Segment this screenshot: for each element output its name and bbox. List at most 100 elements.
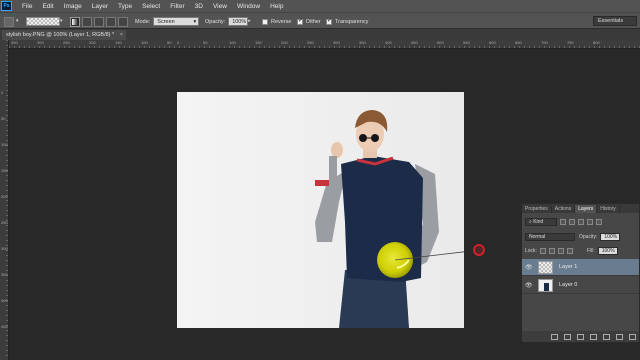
gradient-endpoint-marker[interactable] <box>473 244 485 256</box>
menu-type[interactable]: Type <box>113 3 137 10</box>
canvas-photo <box>177 92 464 328</box>
dither-checkbox[interactable] <box>297 17 303 25</box>
dither-label: Dither <box>306 18 321 25</box>
ruler-tick-label: 0 <box>177 40 180 45</box>
menu-layer[interactable]: Layer <box>87 3 113 10</box>
layer-filter-select[interactable]: ⌕ Kind <box>525 217 557 226</box>
layer-style-icon[interactable] <box>564 333 571 340</box>
lock-pixels-icon[interactable] <box>548 247 555 254</box>
filter-adjustment-icon[interactable] <box>569 218 575 225</box>
tab-actions[interactable]: Actions <box>552 205 576 213</box>
tool-preset-picker[interactable]: ▾ <box>4 16 22 27</box>
ruler-tick-label: 200 <box>1 194 8 199</box>
menu-view[interactable]: View <box>208 3 232 10</box>
document-tab[interactable]: stylish boy.PNG @ 100% (Layer 1, RGB/8) … <box>2 30 126 40</box>
ruler-tick-label: 250 <box>63 40 70 45</box>
ruler-tick-label: 200 <box>89 40 96 45</box>
transparency-checkbox[interactable] <box>326 17 332 25</box>
lock-all-icon[interactable] <box>566 247 573 254</box>
tab-properties[interactable]: Properties <box>522 205 552 213</box>
lock-transparency-icon[interactable] <box>539 247 546 254</box>
filter-kind-value: Kind <box>533 218 544 225</box>
menu-3d[interactable]: 3D <box>190 3 208 10</box>
chevron-down-icon: ▾ <box>16 18 19 24</box>
chevron-right-icon[interactable]: ▸ <box>248 17 254 26</box>
ruler-tick-label: 100 <box>141 40 148 45</box>
blend-mode-select[interactable]: Normal <box>525 232 575 241</box>
layer-thumbnail <box>538 260 553 274</box>
gradient-swatch[interactable] <box>26 17 60 26</box>
mode-label: Mode: <box>135 18 151 25</box>
menu-window[interactable]: Window <box>232 3 265 10</box>
opacity-label: Opacity: <box>579 233 598 240</box>
visibility-eye-icon[interactable]: 👁 <box>525 282 533 289</box>
mode-select[interactable]: Screen ▾ <box>153 17 200 26</box>
ruler-tick-label: 0 <box>1 90 4 95</box>
ruler-tick-label: 750 <box>567 40 574 45</box>
ruler-tick-label: 300 <box>333 40 340 45</box>
ruler-tick-label: 350 <box>1 272 8 277</box>
layer-opacity-input[interactable]: 100% <box>600 232 621 241</box>
opacity-input[interactable]: 100% <box>228 17 249 26</box>
linear-gradient-button[interactable] <box>70 16 80 27</box>
fill-input[interactable]: 100% <box>597 246 618 255</box>
filter-smart-object-icon[interactable] <box>596 218 602 225</box>
ruler-tick-label: 450 <box>1 324 8 329</box>
opacity-label: Opacity: <box>205 18 226 25</box>
layer-row[interactable]: 👁 Layer 1 <box>522 259 639 276</box>
workspace-switcher[interactable]: Essentials <box>593 16 637 26</box>
menu-bar: Ps File Edit Image Layer Type Select Fil… <box>0 0 640 12</box>
reverse-label: Reverse <box>271 18 292 25</box>
layer-thumbnail <box>538 278 553 292</box>
tab-history[interactable]: History <box>597 205 620 213</box>
radial-gradient-button[interactable] <box>82 16 92 27</box>
filter-shape-icon[interactable] <box>587 218 593 225</box>
menu-filter[interactable]: Filter <box>165 3 189 10</box>
vertical-ruler[interactable]: 0 50 100 150 200 250 300 350 400 450 <box>0 40 9 360</box>
adjustment-layer-icon[interactable] <box>590 333 597 340</box>
ruler-tick-label: 150 <box>1 168 8 173</box>
menu-help[interactable]: Help <box>265 3 288 10</box>
fill-label: Fill: <box>586 247 595 254</box>
filter-pixel-icon[interactable] <box>560 218 566 225</box>
lock-position-icon[interactable] <box>557 247 564 254</box>
menu-image[interactable]: Image <box>59 3 87 10</box>
ruler-tick-label: 250 <box>1 220 8 225</box>
reflected-gradient-button[interactable] <box>106 16 116 27</box>
visibility-eye-icon[interactable]: 👁 <box>525 264 533 271</box>
trash-icon[interactable] <box>629 333 636 340</box>
angle-gradient-button[interactable] <box>94 16 104 27</box>
menu-edit[interactable]: Edit <box>37 3 58 10</box>
filter-type-icon[interactable] <box>578 218 584 225</box>
layer-row[interactable]: 👁 Layer 0 <box>522 277 639 294</box>
document-tab-title: stylish boy.PNG @ 100% (Layer 1, RGB/8) … <box>6 32 115 38</box>
diamond-gradient-button[interactable] <box>118 16 128 27</box>
document-canvas[interactable] <box>177 92 464 328</box>
ruler-tick-label: 500 <box>437 40 444 45</box>
new-group-icon[interactable] <box>603 333 610 340</box>
ruler-tick-label: 100 <box>229 40 236 45</box>
ruler-tick-label: 50 <box>167 40 172 45</box>
chevron-down-icon[interactable]: ▾ <box>60 17 66 26</box>
ruler-tick-label: 250 <box>307 40 314 45</box>
ruler-tick-label: 800 <box>593 40 600 45</box>
close-icon[interactable]: × <box>120 30 123 40</box>
horizontal-ruler[interactable]: 350 300 250 200 150 100 50 0 50 100 150 … <box>9 40 640 49</box>
ruler-tick-label: 400 <box>1 298 8 303</box>
lock-label: Lock: <box>525 247 537 254</box>
ruler-tick-label: 650 <box>515 40 522 45</box>
ruler-tick-label: 400 <box>385 40 392 45</box>
menu-file[interactable]: File <box>17 3 37 10</box>
menu-select[interactable]: Select <box>137 3 165 10</box>
layers-panel-footer <box>522 331 639 342</box>
reverse-checkbox[interactable] <box>262 18 268 25</box>
add-mask-icon[interactable] <box>577 333 584 340</box>
mode-value: Screen <box>157 19 175 25</box>
new-layer-icon[interactable] <box>616 333 623 340</box>
ruler-tick-label: 350 <box>11 40 18 45</box>
chevron-down-icon: ▾ <box>193 19 197 25</box>
ruler-tick-label: 350 <box>359 40 366 45</box>
layers-panel: Properties Actions Layers History ⌕ Kind… <box>521 203 640 343</box>
link-layers-icon[interactable] <box>551 333 558 340</box>
tab-layers[interactable]: Layers <box>575 205 598 213</box>
